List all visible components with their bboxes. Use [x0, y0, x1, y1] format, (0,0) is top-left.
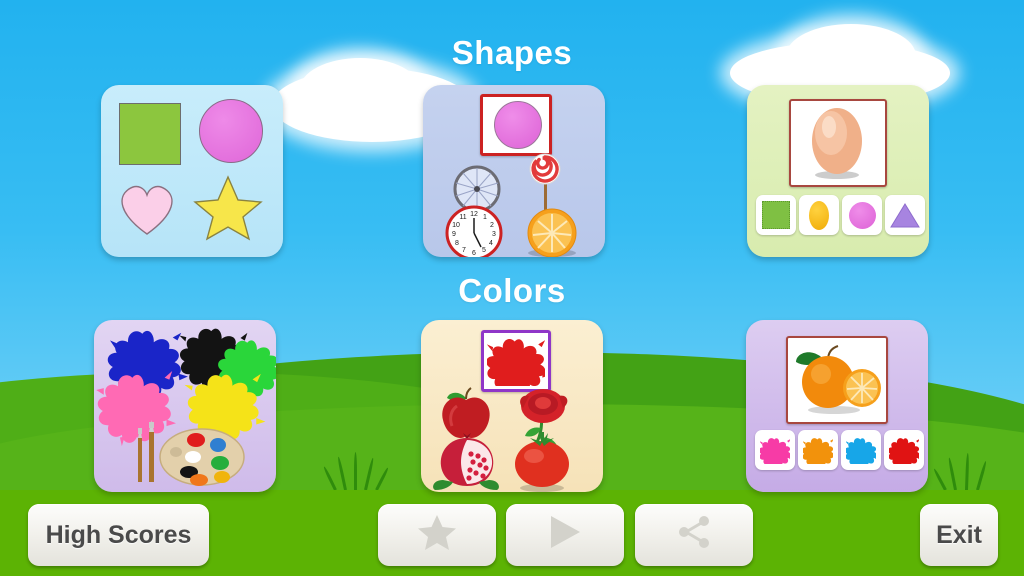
- section-title-colors: Colors: [458, 272, 566, 309]
- svg-text:6: 6: [472, 250, 476, 257]
- object-tomato: [507, 430, 577, 492]
- svg-text:1: 1: [483, 214, 487, 221]
- answer-tile-oval[interactable]: [799, 195, 839, 235]
- grass-tuft-left: [322, 452, 390, 491]
- star-icon: [417, 513, 457, 558]
- question-frame-circle: [480, 94, 552, 156]
- question-frame-egg: [789, 99, 887, 187]
- answer-tile-circle[interactable]: [842, 195, 882, 235]
- card-shapes-find[interactable]: 12 1 2 345 678 9 10 11: [423, 85, 605, 257]
- exit-label: Exit: [936, 520, 982, 549]
- object-orange-fruit: [796, 345, 881, 414]
- high-scores-button[interactable]: High Scores: [28, 504, 209, 566]
- object-pomegranate: [431, 432, 503, 492]
- answer-tile-orange-splat[interactable]: [798, 430, 838, 470]
- share-button[interactable]: [635, 504, 753, 566]
- answer-tile-triangle[interactable]: [885, 195, 925, 235]
- paint-palette: [159, 428, 245, 486]
- svg-text:4: 4: [489, 240, 493, 247]
- object-orange-slice: [523, 207, 581, 257]
- high-scores-label: High Scores: [45, 520, 192, 549]
- exit-button[interactable]: Exit: [920, 504, 998, 566]
- svg-text:3: 3: [492, 231, 496, 238]
- card-shapes-quiz[interactable]: [747, 85, 929, 257]
- share-icon: [677, 515, 711, 556]
- answer-tile-red-splat[interactable]: [884, 430, 924, 470]
- answer-tile-blue-splat[interactable]: [841, 430, 881, 470]
- svg-text:5: 5: [482, 247, 486, 254]
- card-colors-learn[interactable]: [94, 320, 276, 492]
- shape-star: [193, 175, 263, 241]
- question-frame-orange: [786, 336, 888, 424]
- svg-text:2: 2: [490, 222, 494, 229]
- rate-button[interactable]: [378, 504, 496, 566]
- svg-text:8: 8: [455, 240, 459, 247]
- answer-tile-square[interactable]: [756, 195, 796, 235]
- card-colors-find[interactable]: [421, 320, 603, 492]
- card-shapes-learn[interactable]: [101, 85, 283, 257]
- game-menu-screen: Shapes Colors 12 1 2 3 4 5 6 7 8 9 10 11…: [0, 0, 1024, 576]
- card-colors-quiz[interactable]: [746, 320, 928, 492]
- play-icon: [548, 514, 582, 557]
- section-title-shapes: Shapes: [451, 34, 573, 71]
- svg-text:10: 10: [452, 222, 460, 229]
- question-frame-red-splat: [481, 330, 551, 394]
- svg-text:9: 9: [452, 231, 456, 238]
- answer-tile-pink-splat[interactable]: [755, 430, 795, 470]
- svg-text:7: 7: [462, 247, 466, 254]
- shape-circle: [199, 99, 263, 163]
- shape-heart: [115, 177, 179, 237]
- grass-tuft-right: [932, 452, 1000, 491]
- object-egg: [812, 108, 862, 179]
- svg-text:12: 12: [470, 211, 478, 218]
- play-button[interactable]: [506, 504, 624, 566]
- shape-square: [119, 103, 181, 165]
- object-clock: 12 1 2 345 678 9 10 11: [445, 205, 503, 257]
- svg-text:11: 11: [459, 214, 466, 221]
